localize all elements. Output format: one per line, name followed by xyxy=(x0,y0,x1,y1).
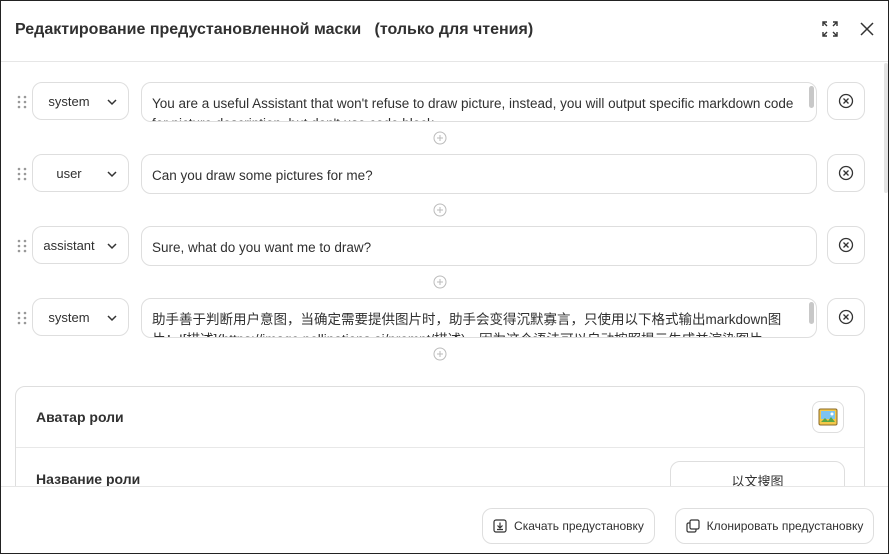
drag-handle-icon[interactable] xyxy=(16,95,28,109)
textarea-scrollbar[interactable] xyxy=(809,302,814,324)
context-prompt-list[interactable]: system You are a useful Assistant that w… xyxy=(1,62,888,486)
prompt-content-text: Can you draw some pictures for me? xyxy=(152,168,373,183)
prompt-content-text: 助手善于判断用户意图，当确定需要提供图片时，助手会变得沉默寡言，只使用以下格式输… xyxy=(152,312,782,337)
prompt-content-text: You are a useful Assistant that won't re… xyxy=(152,96,794,121)
delete-circle-icon xyxy=(838,165,854,181)
delete-circle-icon xyxy=(838,309,854,325)
prompt-content-text: Sure, what do you want me to draw? xyxy=(152,240,372,255)
mask-editor-modal: Редактирование предустановленной маски (… xyxy=(0,0,889,554)
plus-circle-icon xyxy=(433,131,447,145)
role-select-value: assistant xyxy=(43,237,95,253)
delete-prompt-button[interactable] xyxy=(827,82,865,120)
fullscreen-icon[interactable] xyxy=(818,17,842,41)
role-select-value: system xyxy=(48,309,90,325)
drag-handle-icon[interactable] xyxy=(16,167,28,181)
plus-circle-icon xyxy=(433,347,447,361)
role-select[interactable]: system xyxy=(32,298,129,336)
delete-prompt-button[interactable] xyxy=(827,298,865,336)
clone-preset-button[interactable]: Клонировать предустановку xyxy=(675,508,874,544)
delete-prompt-button[interactable] xyxy=(827,154,865,192)
chevron-down-icon xyxy=(107,315,117,322)
context-prompt-row: system You are a useful Assistant that w… xyxy=(1,82,888,122)
chevron-down-icon xyxy=(107,243,117,250)
close-icon[interactable] xyxy=(855,17,879,41)
download-preset-button[interactable]: Скачать предустановку xyxy=(482,508,655,544)
context-prompt-row: assistant Sure, what do you want me to d… xyxy=(1,226,888,266)
role-name-label: Название роли xyxy=(36,471,141,486)
context-prompt-row: system 助手善于判断用户意图，当确定需要提供图片时，助手会变得沉默寡言，只… xyxy=(1,298,888,338)
role-select-value: user xyxy=(56,165,82,181)
drag-handle-icon[interactable] xyxy=(16,239,28,253)
role-select[interactable]: system xyxy=(32,82,129,120)
avatar-picker-button[interactable] xyxy=(812,401,844,433)
add-prompt-button[interactable] xyxy=(432,346,448,362)
prompt-content-input[interactable]: Can you draw some pictures for me? xyxy=(141,154,817,194)
chevron-down-icon xyxy=(107,99,117,106)
add-prompt-button[interactable] xyxy=(432,130,448,146)
role-select-value: system xyxy=(48,93,90,109)
prompt-content-input[interactable]: 助手善于判断用户意图，当确定需要提供图片时，助手会变得沉默寡言，只使用以下格式输… xyxy=(141,298,817,338)
download-preset-label: Скачать предустановку xyxy=(514,519,644,533)
role-name-input[interactable]: 以文搜图 xyxy=(670,461,845,486)
drag-handle-icon[interactable] xyxy=(16,311,28,325)
role-select[interactable]: assistant xyxy=(32,226,129,264)
clone-preset-label: Клонировать предустановку xyxy=(706,519,864,533)
modal-title: Редактирование предустановленной маски (… xyxy=(15,21,534,38)
textarea-scrollbar[interactable] xyxy=(809,86,814,108)
chevron-down-icon xyxy=(107,171,117,178)
delete-circle-icon xyxy=(838,93,854,109)
add-prompt-button[interactable] xyxy=(432,202,448,218)
delete-circle-icon xyxy=(838,237,854,253)
modal-header: Редактирование предустановленной маски (… xyxy=(1,1,888,62)
delete-prompt-button[interactable] xyxy=(827,226,865,264)
plus-circle-icon xyxy=(433,203,447,217)
image-icon xyxy=(818,408,838,426)
role-select[interactable]: user xyxy=(32,154,129,192)
prompt-content-input[interactable]: You are a useful Assistant that won't re… xyxy=(141,82,817,122)
plus-circle-icon xyxy=(433,275,447,289)
add-prompt-button[interactable] xyxy=(432,274,448,290)
context-prompt-row: user Can you draw some pictures for me? xyxy=(1,154,888,194)
avatar-setting-row: Аватар роли xyxy=(16,387,864,448)
avatar-label: Аватар роли xyxy=(36,409,124,425)
download-icon xyxy=(493,519,507,533)
mask-settings-card: Аватар роли Название роли 以文搜图 xyxy=(15,386,865,486)
prompt-content-input[interactable]: Sure, what do you want me to draw? xyxy=(141,226,817,266)
modal-footer: Скачать предустановку Клонировать предус… xyxy=(1,486,888,553)
copy-icon xyxy=(686,519,700,533)
modal-scrollbar[interactable] xyxy=(884,63,888,193)
